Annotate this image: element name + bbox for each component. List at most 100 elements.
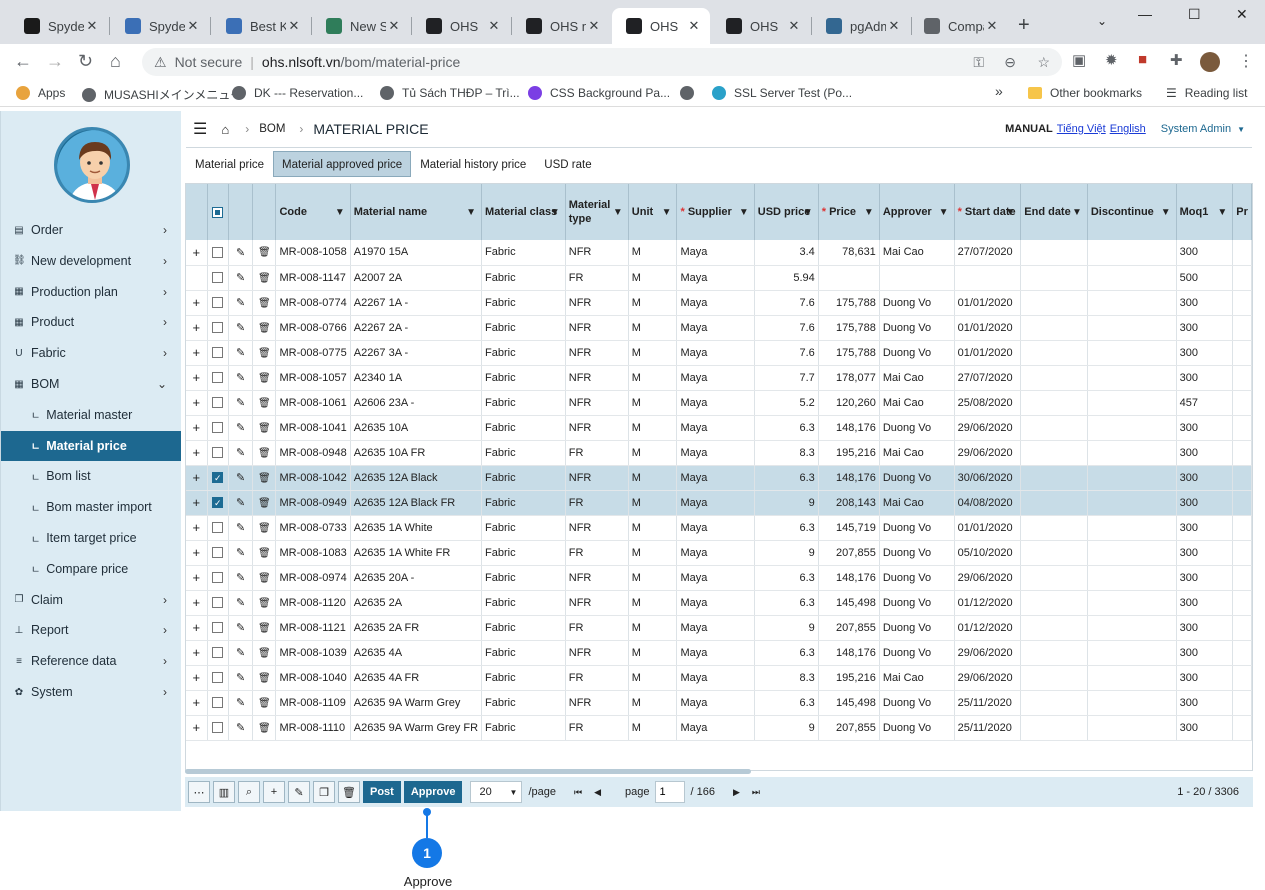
table-row[interactable]: + ✎ 🗑 MR-008-1040 A2635 4A FR Fabric FR M Maya 8.… [186,665,1252,691]
approve-button[interactable]: Approve [403,781,463,803]
back-icon[interactable]: ← [14,51,32,72]
pencil-icon[interactable]: ✎ [236,297,245,309]
table-row[interactable]: + ✎ 🗑 MR-008-0974 A2635 20A - Fabric NFR M Maya 6… [186,565,1252,591]
key-icon[interactable]: ⚿ [973,54,984,71]
pencil-icon[interactable]: ✎ [236,572,245,584]
close-icon[interactable]: ✕ [886,18,902,34]
sidebar-item[interactable]: ㄴ Bom master import [1,492,181,522]
table-row[interactable]: + ✎ 🗑 MR-008-0775 A2267 3A - Fabric NFR M Maya 7.… [186,340,1252,366]
row-checkbox[interactable] [212,572,224,584]
table-row[interactable]: + ✎ 🗑 MR-008-1120 A2635 2A Fabric NFR M Maya 6.3 1… [186,590,1252,616]
manual-link[interactable]: MANUAL [1005,123,1053,135]
sidebar-item[interactable]: ㄴ Item target price [1,523,181,553]
row-checkbox[interactable] [212,322,224,334]
trash-icon[interactable]: 🗑 [258,498,271,509]
bookmark-item[interactable]: Apps [16,86,65,100]
filter-icon[interactable]: ▼ [939,206,949,220]
table-row[interactable]: + ✎ 🗑 MR-008-0766 A2267 2A - Fabric NFR M Maya 7.… [186,315,1252,341]
table-row[interactable]: + ✎ 🗑 MR-008-1109 A2635 9A Warm Grey Fabric NF… [186,690,1252,716]
bookmarks-overflow-icon[interactable]: » [995,83,1003,99]
column-header[interactable]: Material class ▼ [481,184,566,240]
table-row[interactable]: + ✎ 🗑 MR-008-1083 A2635 1A White FR Fabric FR M… [186,540,1252,566]
trash-icon[interactable]: 🗑 [258,423,271,434]
bookmark-item[interactable]: SSL Server Test (Po... [712,86,852,100]
filter-icon[interactable]: ▼ [1072,206,1082,220]
address-bar[interactable]: ⚠ Not secure | ohs.nlsoft.vn /bom/materi… [142,48,1062,76]
table-row[interactable]: + ✎ 🗑 MR-008-1039 A2635 4A Fabric NFR M Maya 6.3 1… [186,640,1252,666]
more-icon[interactable]: ⋯ [188,781,210,803]
sidebar-item[interactable]: ▦ Production plan › [1,277,181,307]
close-icon[interactable]: ✕ [984,18,1000,34]
sidebar-item[interactable]: ㄴ Bom list [1,461,181,491]
row-checkbox[interactable] [212,397,224,409]
filter-icon[interactable]: ▼ [613,206,623,220]
pencil-icon[interactable]: ✎ [236,272,245,284]
profile-avatar[interactable] [1200,52,1220,72]
pencil-icon[interactable]: ✎ [236,697,245,709]
table-row[interactable]: + ✎ 🗑 MR-008-1058 A1970 15A Fabric NFR M Maya 3.4… [186,240,1252,266]
lang-en-link[interactable]: English [1110,123,1146,135]
row-checkbox[interactable] [212,547,224,559]
table-row[interactable]: + ✎ 🗑 MR-008-0774 A2267 1A - Fabric NFR M Maya 7.… [186,290,1252,316]
caret-down-icon[interactable]: ▼ [1237,125,1245,134]
sidebar-item[interactable]: ㄴ Material master [1,400,181,430]
filter-icon[interactable]: ▼ [803,206,813,220]
column-header[interactable]: Approver ▼ [879,184,955,240]
column-header[interactable]: Code ▼ [275,184,351,240]
sidebar-item[interactable]: ▤ Order › [1,215,181,245]
prev-page-icon[interactable]: ◀ [594,787,601,798]
browser-tab[interactable]: Compa✕ [910,8,1008,44]
row-checkbox[interactable] [212,422,224,434]
minimize-icon[interactable]: — [1138,6,1152,22]
trash-icon[interactable]: 🗑 [258,623,271,634]
new-tab-button[interactable]: + [1018,14,1030,37]
pencil-icon[interactable]: ✎ [236,347,245,359]
row-checkbox[interactable]: ✓ [212,497,224,509]
close-icon[interactable]: ✕ [586,18,602,34]
expand-icon[interactable]: + [193,520,201,535]
puzzle-icon[interactable]: ✚ [1170,51,1183,69]
sidebar-item[interactable]: ✿ System › [1,677,181,707]
expand-icon[interactable]: + [193,720,201,735]
filter-icon[interactable]: ▼ [466,206,476,220]
expand-icon[interactable]: + [193,620,201,635]
table-row[interactable]: + ✓ ✎ 🗑 MR-008-1042 A2635 12A Black Fabric NFR M… [186,465,1252,491]
expand-icon[interactable]: + [193,370,201,385]
bookmark-item[interactable]: CSS Background Pa... [528,86,670,100]
hamburger-icon[interactable]: ☰ [193,119,207,139]
column-header[interactable]: Material name ▼ [350,184,483,240]
column-header[interactable]: Discontinue ▼ [1087,184,1177,240]
table-row[interactable]: + ✎ 🗑 MR-008-1110 A2635 9A Warm Grey FR Fabri… [186,715,1252,741]
pencil-icon[interactable]: ✎ [236,597,245,609]
subtab[interactable]: Material approved price [273,151,412,177]
pencil-icon[interactable]: ✎ [236,397,245,409]
pencil-icon[interactable]: ✎ [236,622,245,634]
trash-icon[interactable]: 🗑 [258,598,271,609]
expand-icon[interactable]: + [193,570,201,585]
browser-tab[interactable]: Spyder✕ [10,8,108,44]
lang-vi-link[interactable]: Tiếng Việt [1057,123,1106,135]
column-header[interactable]: Material type ▼ [565,184,629,240]
browser-tab[interactable]: OHS ✕ [412,8,510,44]
kebab-menu-icon[interactable]: ⋮ [1238,51,1254,71]
edit-icon[interactable]: ✎ [288,781,310,803]
browser-tab[interactable]: pgAdm ✕ [812,8,910,44]
sidebar-item[interactable]: U Fabric › [1,338,181,368]
row-checkbox[interactable] [212,272,224,284]
filter-icon[interactable]: ▼ [739,206,749,220]
expand-icon[interactable]: + [193,545,201,560]
trash-icon[interactable]: 🗑 [258,348,271,359]
filter-icon[interactable]: ▼ [662,206,672,220]
expand-icon[interactable]: + [193,595,201,610]
trash-icon[interactable]: 🗑 [258,273,271,284]
tab-search-icon[interactable]: ⌄ [1097,14,1107,28]
trash-icon[interactable]: 🗑 [258,648,271,659]
expand-icon[interactable]: + [193,345,201,360]
close-icon[interactable]: ✕ [286,18,302,34]
post-button[interactable]: Post [363,781,401,803]
pencil-icon[interactable]: ✎ [236,422,245,434]
star-icon[interactable]: ☆ [1037,54,1050,71]
table-row[interactable]: + ✎ 🗑 MR-008-0948 A2635 10A FR Fabric FR M Maya 8… [186,440,1252,466]
expand-icon[interactable]: + [193,495,201,510]
bookmark-item[interactable]: Tủ Sách THĐP – Trì... [380,86,520,100]
